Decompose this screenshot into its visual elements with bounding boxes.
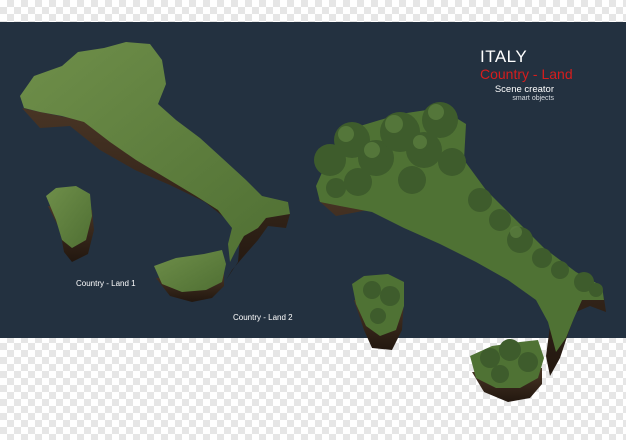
page-title: ITALY	[480, 47, 528, 66]
page-subtitle: Country - Land	[480, 66, 573, 82]
italy-land-2	[314, 102, 606, 402]
caption: Scene creator	[494, 84, 554, 95]
title-block: ITALY Country - Land Scene creator smart…	[480, 48, 610, 103]
label-country-land-1: Country - Land 1	[76, 279, 136, 288]
label-country-land-2: Country - Land 2	[233, 313, 293, 322]
caption-small: smart objects	[512, 95, 554, 102]
italy-land-1	[20, 42, 290, 302]
sardinia-land-1-grass	[46, 186, 92, 248]
